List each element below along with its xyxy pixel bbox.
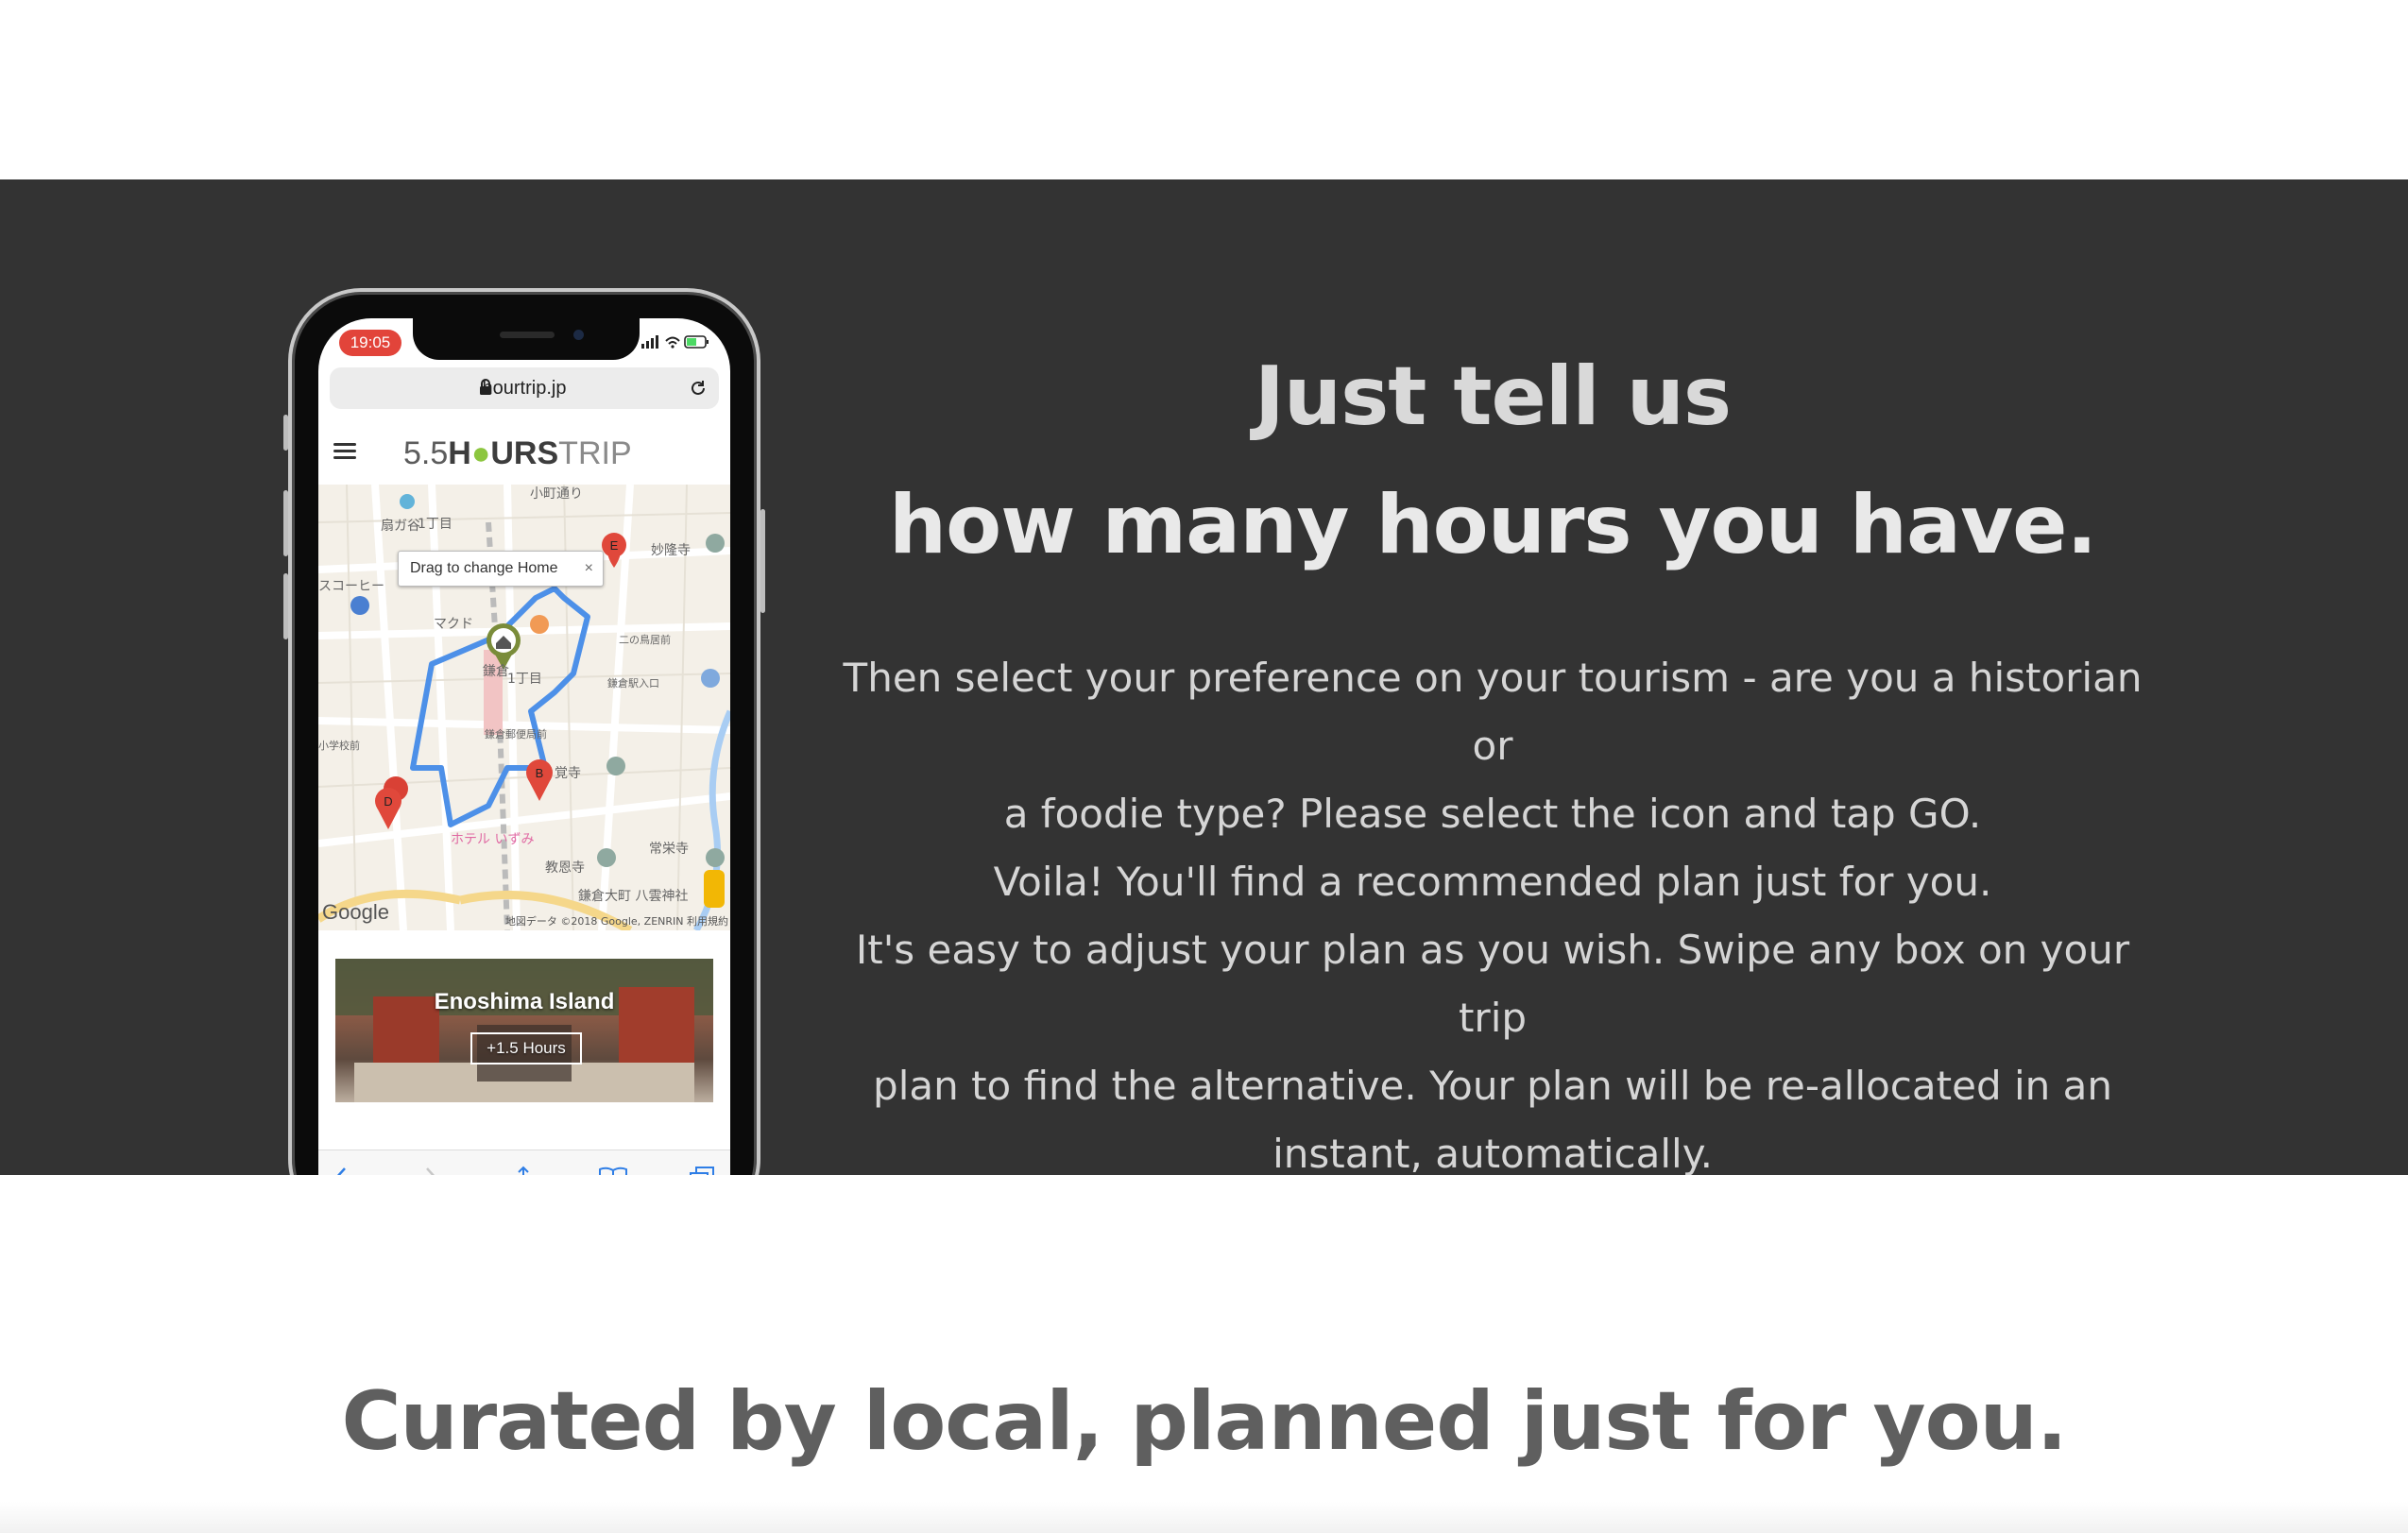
- svg-text:覚寺: 覚寺: [555, 766, 581, 781]
- forward-icon[interactable]: [420, 1166, 441, 1175]
- svg-text:E: E: [610, 538, 619, 553]
- hamburger-menu-icon[interactable]: [333, 443, 356, 460]
- svg-text:常栄寺: 常栄寺: [649, 842, 689, 857]
- description-line: Voila! You'll find a recommended plan ju…: [993, 859, 1992, 905]
- svg-text:小学校前: 小学校前: [318, 739, 360, 752]
- svg-text:スコーヒー: スコーヒー: [318, 579, 384, 594]
- browser-toolbar: [318, 1150, 730, 1175]
- tabs-icon[interactable]: [689, 1166, 715, 1175]
- svg-text:教恩寺: 教恩寺: [545, 860, 585, 876]
- google-attribution: Google: [322, 900, 389, 924]
- svg-text:二の鳥居前: 二の鳥居前: [619, 633, 671, 646]
- reload-icon[interactable]: [689, 379, 708, 398]
- svg-text:鎌倉: 鎌倉: [483, 664, 509, 679]
- route-map[interactable]: E B D 小町通り 1丁目 扇ガ谷 妙隆寺 スコーヒー マクド 二の鳥居前 鎌…: [318, 485, 730, 930]
- svg-text:ホテル いずみ: ホテル いずみ: [451, 832, 534, 847]
- map-tooltip-text: Drag to change Home: [410, 560, 558, 576]
- svg-text:小町通り: 小町通り: [530, 486, 583, 502]
- section-divider-shadow: [0, 1502, 2408, 1533]
- map-tooltip: Drag to change Home ×: [398, 551, 604, 587]
- spot-card-title: Enoshima Island: [434, 989, 615, 1014]
- share-icon[interactable]: [511, 1166, 536, 1175]
- map-copyright[interactable]: 地図データ ©2018 Google, ZENRIN 利用規約: [505, 913, 728, 928]
- browser-url-bar[interactable]: hourtrip.jp: [330, 367, 719, 409]
- phone-power-button: [760, 509, 765, 613]
- bookmarks-icon[interactable]: [598, 1166, 628, 1175]
- headline-line-2: how many hours you have.: [888, 478, 2097, 572]
- svg-text:1丁目: 1丁目: [507, 672, 542, 687]
- section-tagline: Curated by local, planned just for you.: [341, 1374, 2067, 1469]
- svg-text:D: D: [384, 794, 392, 809]
- spot-card[interactable]: Enoshima Island +1.5 Hours: [335, 959, 713, 1102]
- svg-text:鎌倉大町 八雲神社: 鎌倉大町 八雲神社: [578, 889, 688, 904]
- svg-text:鎌倉駅入口: 鎌倉駅入口: [607, 676, 659, 690]
- phone-screen: 19:05 hourtrip.jp 5.5H●URSTRIP E B D 小町通…: [318, 318, 730, 1175]
- description-line: It's easy to adjust your plan as you wis…: [855, 927, 2130, 1041]
- card-photo: [335, 959, 713, 1102]
- svg-text:扇ガ谷: 扇ガ谷: [381, 519, 420, 534]
- svg-text:鎌倉郵便局前: 鎌倉郵便局前: [485, 727, 547, 741]
- status-time: 19:05: [339, 330, 401, 356]
- back-icon[interactable]: [332, 1166, 352, 1175]
- site-header: 5.5H●URSTRIP: [318, 418, 730, 485]
- tooltip-close-icon[interactable]: ×: [585, 552, 593, 586]
- svg-text:妙隆寺: 妙隆寺: [651, 543, 691, 558]
- phone-volume-up: [283, 490, 288, 556]
- description-line: plan to find the alternative. Your plan …: [873, 1063, 2112, 1109]
- description-line: a foodie type? Please select the icon an…: [1003, 791, 1982, 837]
- phone-notch: [413, 318, 640, 360]
- svg-text:マクド: マクド: [434, 617, 473, 632]
- site-logo[interactable]: 5.5H●URSTRIP: [403, 435, 632, 472]
- status-icons: [641, 335, 709, 349]
- description-line: instant, automatically.: [1272, 1131, 1713, 1175]
- spot-card-hours: +1.5 Hours: [470, 1032, 582, 1065]
- feature-band: 19:05 hourtrip.jp 5.5H●URSTRIP E B D 小町通…: [0, 179, 2408, 1175]
- browser-url: hourtrip.jp: [482, 378, 567, 399]
- description-line: Then select your preference on your tour…: [843, 655, 2143, 769]
- phone-volume-down: [283, 573, 288, 639]
- svg-text:1丁目: 1丁目: [418, 517, 453, 532]
- headline-line-1: Just tell us: [1254, 349, 1732, 444]
- feature-description: Then select your preference on your tour…: [831, 644, 2154, 1175]
- phone-mockup: 19:05 hourtrip.jp 5.5H●URSTRIP E B D 小町通…: [283, 288, 765, 1175]
- svg-text:B: B: [536, 766, 544, 780]
- phone-mute-switch: [283, 415, 288, 451]
